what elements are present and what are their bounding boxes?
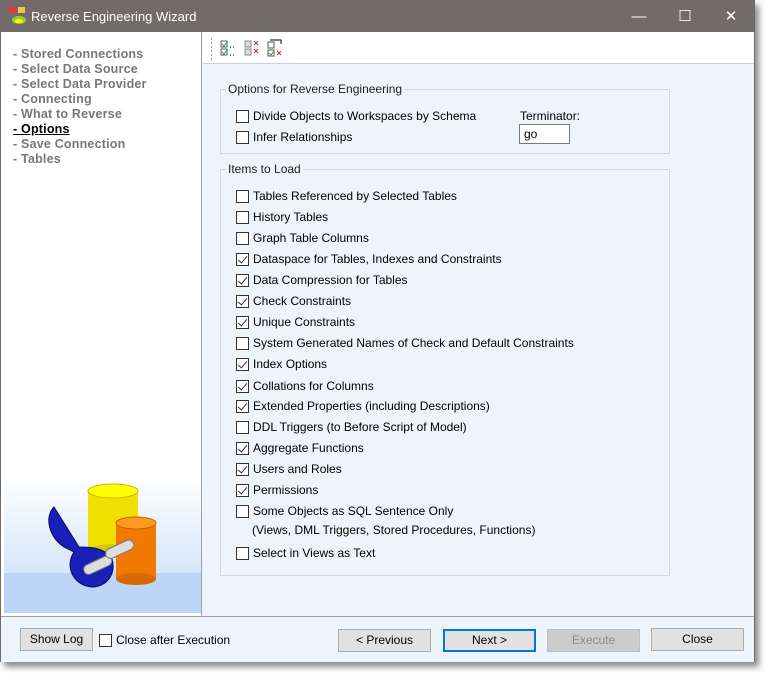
close-after-execution[interactable]: Close after Execution (99, 632, 230, 648)
checkbox-label: Data Compression for Tables (253, 273, 408, 287)
checkbox[interactable] (236, 315, 249, 329)
step-item[interactable]: - Options (13, 122, 70, 136)
minimize-button[interactable]: — (616, 1, 662, 32)
checkbox-label: Infer Relationships (253, 130, 353, 144)
option-infer-relationships[interactable]: Infer Relationships (236, 129, 352, 145)
maximize-button[interactable]: ☐ (662, 1, 708, 32)
load-item[interactable]: Dataspace for Tables, Indexes and Constr… (236, 251, 502, 267)
checkbox[interactable] (236, 273, 249, 287)
step-item[interactable]: - Tables (13, 152, 61, 166)
checkbox-label: Check Constraints (253, 294, 352, 308)
load-item[interactable]: Users and Roles (236, 461, 342, 477)
footer: Show Log Close after Execution < Previou… (1, 616, 754, 662)
plug-database-icon (4, 483, 201, 613)
checkbox-label: Unique Constraints (253, 315, 356, 329)
checkbox[interactable] (99, 633, 112, 647)
invert-selection-icon[interactable] (267, 39, 285, 57)
checkbox[interactable] (236, 336, 249, 350)
load-item[interactable]: Permissions (236, 482, 318, 498)
checkbox[interactable] (236, 210, 249, 224)
wizard-window: Reverse Engineering Wizard — ☐ ✕ - Store… (0, 0, 755, 662)
previous-button[interactable]: < Previous (338, 629, 431, 652)
checkbox[interactable] (236, 189, 249, 203)
checkbox-label: Close after Execution (116, 633, 231, 647)
checkbox-label: Extended Properties (including Descripti… (253, 399, 490, 413)
checkbox[interactable] (236, 252, 249, 266)
checkbox[interactable] (236, 294, 249, 308)
checkbox-label: Graph Table Columns (253, 231, 369, 245)
options-legend: Options for Reverse Engineering (226, 82, 405, 96)
checkbox[interactable] (236, 483, 249, 497)
terminator-label: Terminator: (520, 109, 581, 123)
load-item[interactable]: Extended Properties (including Descripti… (236, 398, 490, 414)
some-objects-note: (Views, DML Triggers, Stored Procedures,… (252, 523, 536, 537)
checkbox-label: Divide Objects to Workspaces by Schema (253, 109, 477, 123)
checkbox-label: DDL Triggers (to Before Script of Model) (253, 420, 467, 434)
step-item[interactable]: - Select Data Provider (13, 77, 147, 91)
load-item[interactable]: Collations for Columns (236, 378, 374, 394)
checkbox-label: Dataspace for Tables, Indexes and Constr… (253, 252, 502, 266)
checkbox[interactable] (236, 420, 249, 434)
load-item[interactable]: Check Constraints (236, 293, 351, 309)
title-bar: Reverse Engineering Wizard — ☐ ✕ (1, 1, 754, 32)
checkbox-label: Some Objects as SQL Sentence Only (253, 504, 454, 518)
load-item[interactable]: Some Objects as SQL Sentence Only (236, 503, 453, 519)
checkbox-label: Aggregate Functions (253, 441, 364, 455)
terminator-input[interactable]: go (519, 124, 570, 144)
load-item[interactable]: System Generated Names of Check and Defa… (236, 335, 574, 351)
checkbox-label: Users and Roles (253, 462, 342, 476)
checkbox-label: Permissions (253, 483, 319, 497)
window-title: Reverse Engineering Wizard (31, 9, 197, 24)
checkbox[interactable] (236, 399, 249, 413)
close-window-button[interactable]: ✕ (708, 1, 754, 32)
sidebar-illustration (4, 477, 201, 613)
load-item[interactable]: Tables Referenced by Selected Tables (236, 188, 457, 204)
load-item[interactable]: Aggregate Functions (236, 440, 364, 456)
checkbox[interactable] (236, 109, 249, 123)
load-item[interactable]: Index Options (236, 356, 327, 372)
check-all-icon[interactable] (220, 39, 238, 57)
step-item[interactable]: - What to Reverse (13, 107, 122, 121)
checkbox-label: System Generated Names of Check and Defa… (253, 336, 574, 350)
load-item[interactable]: DDL Triggers (to Before Script of Model) (236, 419, 467, 435)
step-item[interactable]: - Save Connection (13, 137, 125, 151)
checkbox[interactable] (236, 546, 249, 560)
checkbox-label: History Tables (253, 210, 329, 224)
checkbox[interactable] (236, 357, 249, 371)
checkbox-label: Index Options (253, 357, 328, 371)
step-item[interactable]: - Connecting (13, 92, 92, 106)
toolbar (203, 32, 754, 64)
checkbox[interactable] (236, 231, 249, 245)
items-legend: Items to Load (226, 162, 303, 176)
checkbox[interactable] (236, 379, 249, 393)
wizard-steps-sidebar: - Stored Connections - Select Data Source… (1, 32, 202, 616)
checkbox-label: Collations for Columns (253, 379, 374, 393)
toolbar-grip (211, 38, 212, 60)
execute-button: Execute (547, 629, 640, 652)
load-item[interactable]: History Tables (236, 209, 328, 225)
load-item[interactable]: Unique Constraints (236, 314, 355, 330)
checkbox[interactable] (236, 130, 249, 144)
next-button[interactable]: Next > (443, 629, 536, 652)
load-item[interactable]: Graph Table Columns (236, 230, 369, 246)
option-divide-objects[interactable]: Divide Objects to Workspaces by Schema (236, 108, 476, 124)
step-item[interactable]: - Stored Connections (13, 47, 143, 61)
show-log-button[interactable]: Show Log (20, 628, 93, 651)
load-item[interactable]: Select in Views as Text (236, 545, 375, 561)
app-logo-icon (9, 7, 26, 24)
close-button[interactable]: Close (651, 628, 744, 651)
checkbox-label: Select in Views as Text (253, 546, 376, 560)
checkbox[interactable] (236, 504, 249, 518)
checkbox-label: Tables Referenced by Selected Tables (253, 189, 457, 203)
checkbox[interactable] (236, 462, 249, 476)
load-item[interactable]: Data Compression for Tables (236, 272, 408, 288)
step-item[interactable]: - Select Data Source (13, 62, 138, 76)
uncheck-all-icon[interactable] (244, 39, 262, 57)
checkbox[interactable] (236, 441, 249, 455)
